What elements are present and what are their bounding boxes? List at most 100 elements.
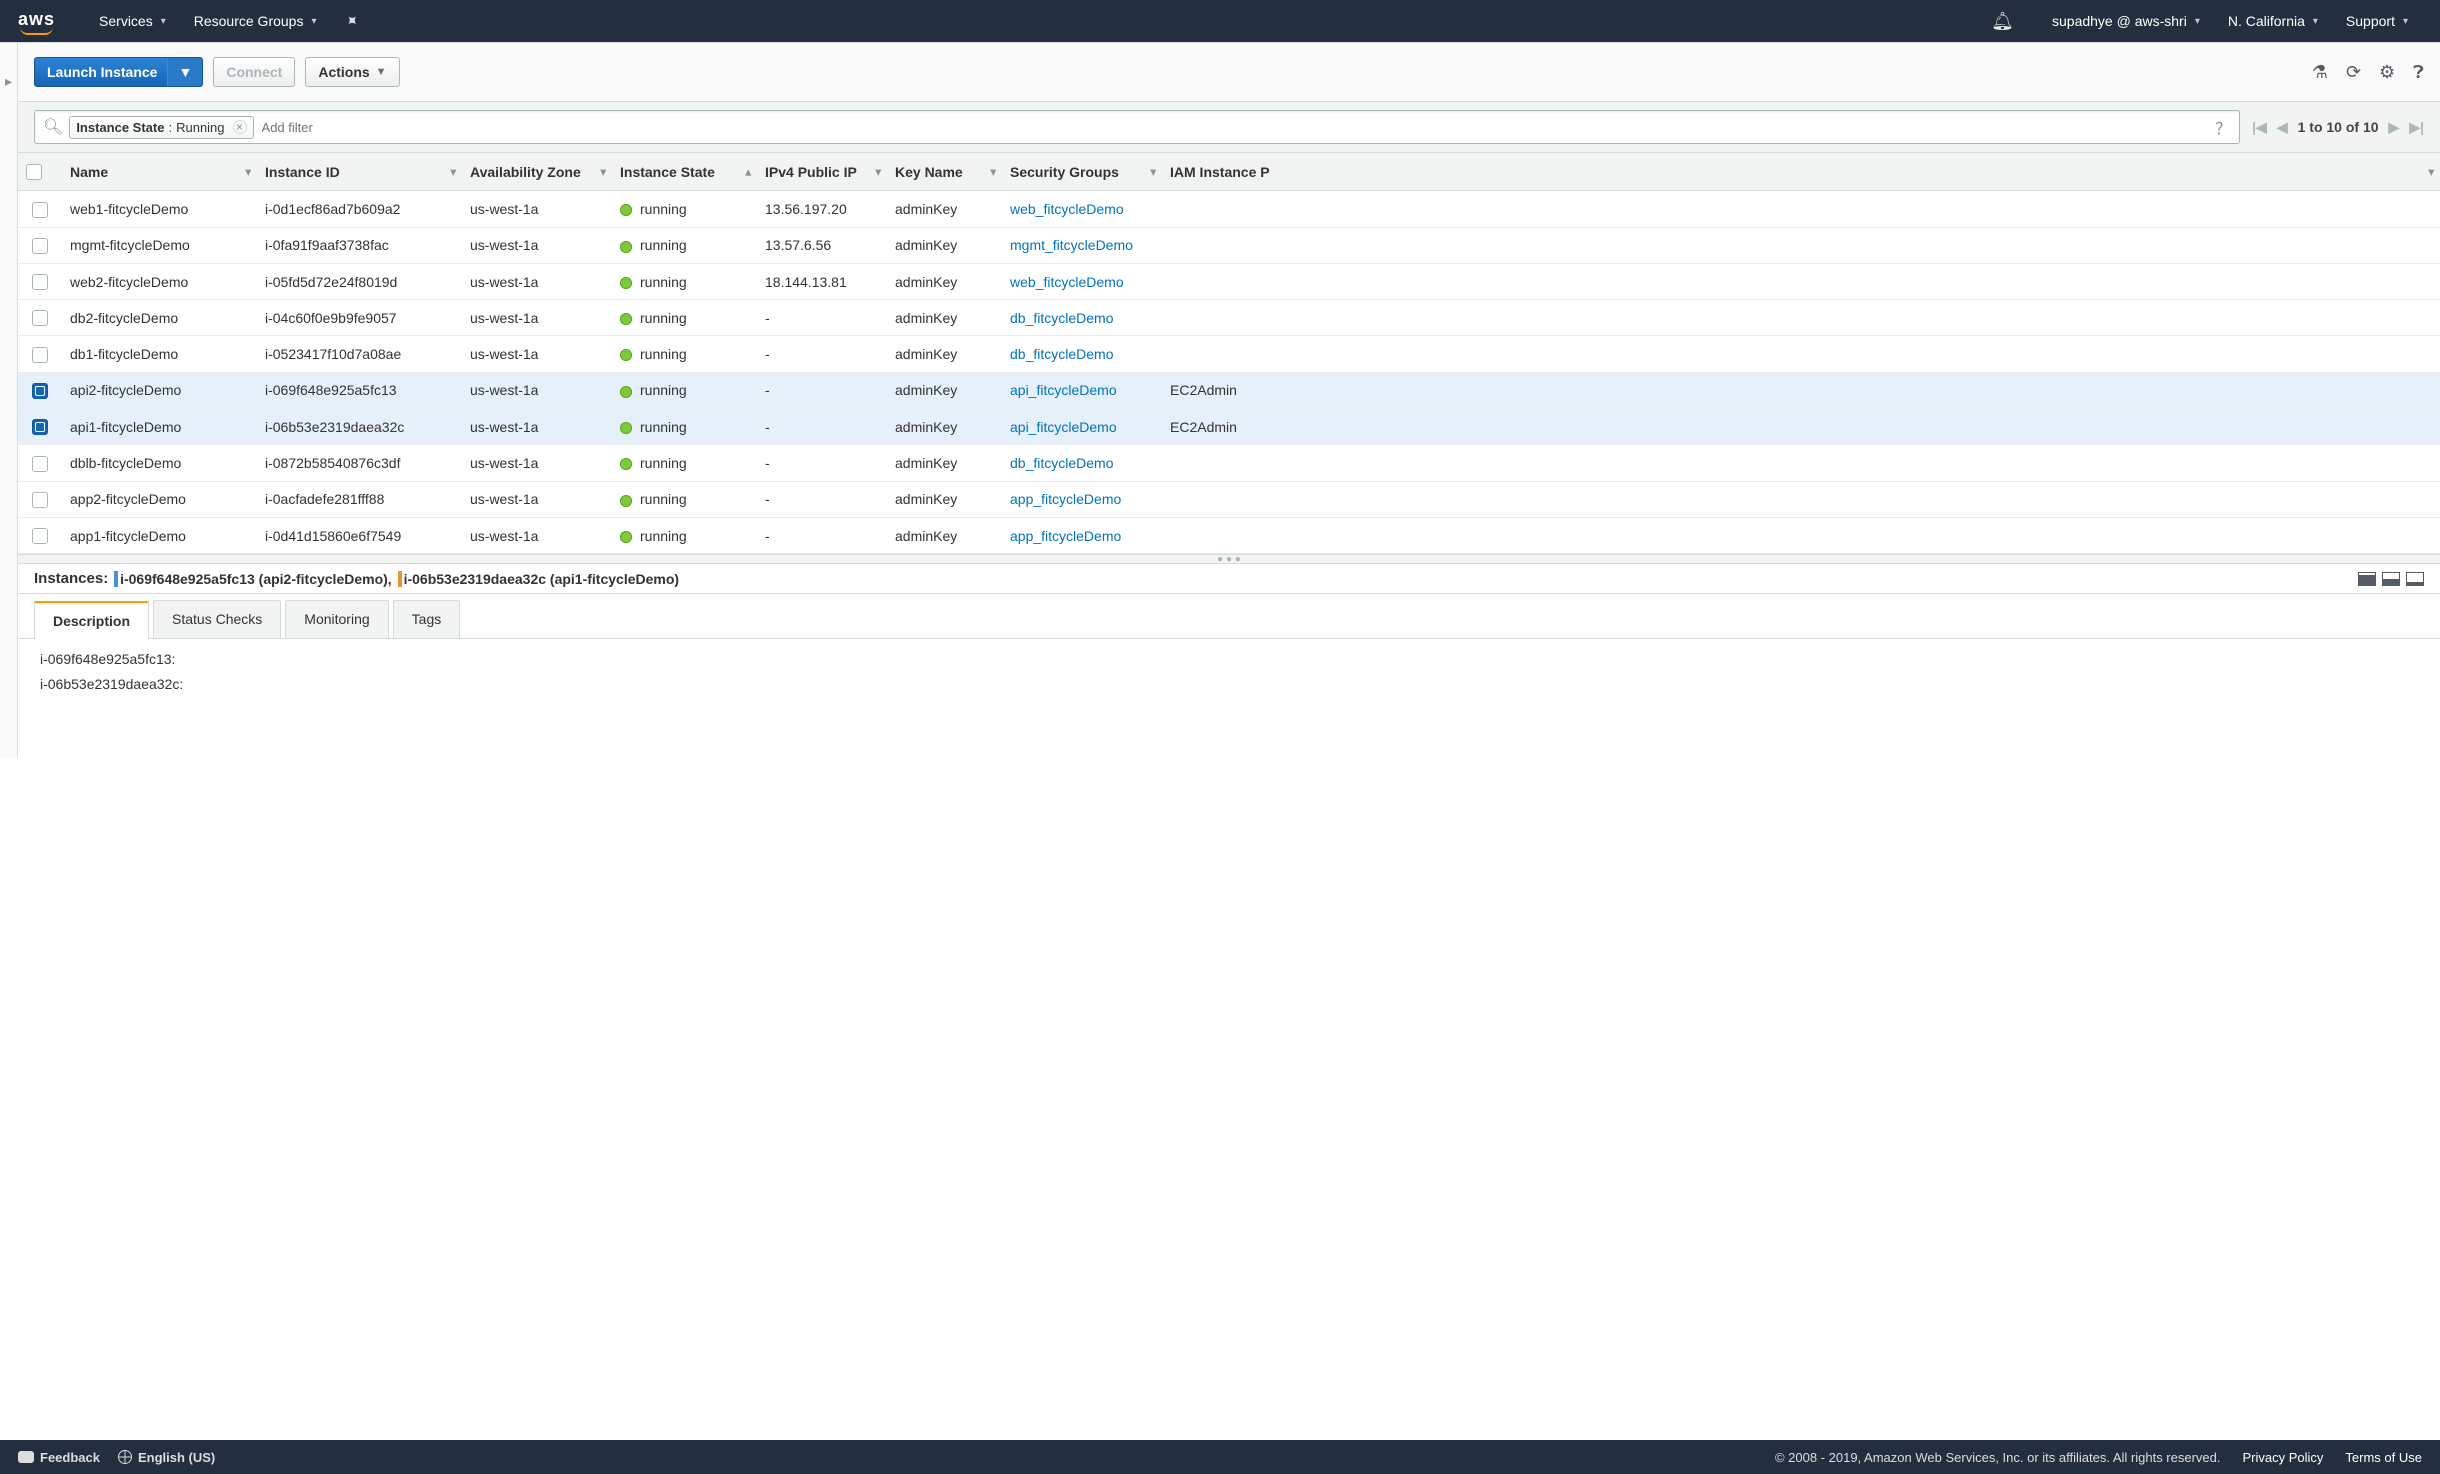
nav-account[interactable]: supadhye @ aws-shri▾	[2038, 0, 2214, 42]
cell-key-name: adminKey	[887, 409, 1002, 445]
table-row[interactable]: api1-fitcycleDemoi-06b53e2319daea32cus-w…	[18, 409, 2440, 445]
security-group-link[interactable]: mgmt_fitcycleDemo	[1010, 237, 1133, 253]
col-key-name[interactable]: Key Name▾	[887, 153, 1002, 191]
pager-last-icon[interactable]: ▶|	[2409, 119, 2424, 136]
pager-prev-icon[interactable]: ◀	[2277, 119, 2288, 136]
help-icon[interactable]: ❓︎	[2413, 62, 2424, 83]
settings-icon[interactable]: ⚙	[2379, 62, 2395, 83]
feedback-link[interactable]: Feedback	[18, 1450, 100, 1465]
filter-input[interactable]	[260, 119, 2216, 136]
row-checkbox[interactable]	[32, 383, 48, 399]
nav-notifications[interactable]: 🔔︎	[1977, 0, 2038, 42]
filter-box[interactable]: 🔍︎ Instance State : Running × ？	[34, 110, 2240, 144]
aws-logo[interactable]: aws	[18, 9, 55, 33]
cell-instance-id: i-0d1ecf86ad7b609a2	[257, 191, 462, 227]
select-all-checkbox[interactable]	[26, 164, 42, 180]
cell-security-groups: app_fitcycleDemo	[1002, 517, 1162, 553]
row-checkbox[interactable]	[32, 202, 48, 218]
launch-instance-dropdown[interactable]: ▼	[167, 58, 202, 86]
table-row[interactable]: app1-fitcycleDemoi-0d41d15860e6f7549us-w…	[18, 517, 2440, 553]
security-group-link[interactable]: app_fitcycleDemo	[1010, 491, 1121, 507]
table-row[interactable]: api2-fitcycleDemoi-069f648e925a5fc13us-w…	[18, 372, 2440, 408]
col-availability-zone[interactable]: Availability Zone▾	[462, 153, 612, 191]
security-group-link[interactable]: db_fitcycleDemo	[1010, 455, 1114, 471]
cell-security-groups: db_fitcycleDemo	[1002, 336, 1162, 372]
table-row[interactable]: mgmt-fitcycleDemoi-0fa91f9aaf3738facus-w…	[18, 227, 2440, 263]
row-checkbox[interactable]	[32, 274, 48, 290]
security-group-link[interactable]: db_fitcycleDemo	[1010, 310, 1114, 326]
table-row[interactable]: db1-fitcycleDemoi-0523417f10d7a08aeus-we…	[18, 336, 2440, 372]
cell-instance-id: i-069f648e925a5fc13	[257, 372, 462, 408]
security-group-link[interactable]: api_fitcycleDemo	[1010, 382, 1117, 398]
nav-support-label: Support	[2346, 13, 2395, 29]
tab-monitoring[interactable]: Monitoring	[285, 600, 388, 638]
row-checkbox[interactable]	[32, 456, 48, 472]
color-marker-icon	[114, 571, 118, 587]
cell-public-ip: -	[757, 372, 887, 408]
experiments-icon[interactable]: ⚗︎	[2312, 62, 2328, 83]
privacy-policy-link[interactable]: Privacy Policy	[2243, 1450, 2324, 1465]
caret-down-icon: ▾	[161, 16, 166, 27]
pager: |◀ ◀ 1 to 10 of 10 ▶ ▶|	[2252, 119, 2424, 136]
layout-half-icon[interactable]	[2382, 572, 2400, 586]
state-running-icon	[620, 531, 632, 543]
cell-availability-zone: us-west-1a	[462, 300, 612, 336]
remove-filter-icon[interactable]: ×	[233, 120, 247, 134]
language-selector[interactable]: English (US)	[118, 1450, 215, 1465]
tab-tags[interactable]: Tags	[393, 600, 461, 638]
row-checkbox[interactable]	[32, 238, 48, 254]
table-row[interactable]: dblb-fitcycleDemoi-0872b58540876c3dfus-w…	[18, 445, 2440, 481]
caret-down-icon: ▾	[311, 16, 316, 27]
detail-line-2: i-06b53e2319daea32c:	[40, 672, 2418, 697]
security-group-link[interactable]: api_fitcycleDemo	[1010, 419, 1117, 435]
connect-button[interactable]: Connect	[213, 57, 295, 87]
nav-services[interactable]: Services▾	[85, 0, 180, 42]
state-running-icon	[620, 313, 632, 325]
tab-status-checks[interactable]: Status Checks	[153, 600, 281, 638]
security-group-link[interactable]: web_fitcycleDemo	[1010, 274, 1124, 290]
chat-bubble-icon	[18, 1451, 34, 1463]
table-row[interactable]: db2-fitcycleDemoi-04c60f0e9b9fe9057us-we…	[18, 300, 2440, 336]
state-running-icon	[620, 495, 632, 507]
table-row[interactable]: web2-fitcycleDemoi-05fd5d72e24f8019dus-w…	[18, 263, 2440, 299]
sidebar-expand-handle[interactable]: ▸	[0, 43, 18, 758]
bell-icon: 🔔︎	[1991, 11, 2014, 32]
table-row[interactable]: app2-fitcycleDemoi-0acfadefe281fff88us-w…	[18, 481, 2440, 517]
cell-key-name: adminKey	[887, 517, 1002, 553]
table-row[interactable]: web1-fitcycleDemoi-0d1ecf86ad7b609a2us-w…	[18, 191, 2440, 227]
tab-description[interactable]: Description	[34, 601, 149, 639]
security-group-link[interactable]: web_fitcycleDemo	[1010, 201, 1124, 217]
nav-support[interactable]: Support▾	[2332, 0, 2422, 42]
row-checkbox[interactable]	[32, 347, 48, 363]
col-security-groups[interactable]: Security Groups▾	[1002, 153, 1162, 191]
col-name[interactable]: Name▾	[62, 153, 257, 191]
security-group-link[interactable]: db_fitcycleDemo	[1010, 346, 1114, 362]
actions-button[interactable]: Actions▼	[305, 57, 399, 87]
security-group-link[interactable]: app_fitcycleDemo	[1010, 528, 1121, 544]
layout-min-icon[interactable]	[2406, 572, 2424, 586]
filter-help-icon[interactable]: ？	[2215, 115, 2231, 139]
col-public-ip[interactable]: IPv4 Public IP▾	[757, 153, 887, 191]
pane-splitter[interactable]: ● ● ●	[18, 554, 2440, 564]
nav-pin[interactable]: ✦	[331, 0, 372, 42]
chevron-right-icon: ▸	[5, 73, 12, 90]
row-checkbox[interactable]	[32, 310, 48, 326]
filter-chip-instance-state[interactable]: Instance State : Running ×	[69, 116, 253, 139]
pager-first-icon[interactable]: |◀	[2252, 119, 2267, 136]
launch-instance-button[interactable]: Launch Instance ▼	[34, 57, 203, 87]
layout-full-icon[interactable]	[2358, 572, 2376, 586]
row-checkbox[interactable]	[32, 419, 48, 435]
row-checkbox[interactable]	[32, 528, 48, 544]
nav-resource-groups[interactable]: Resource Groups▾	[180, 0, 331, 42]
refresh-icon[interactable]: ⟳	[2346, 62, 2361, 83]
cell-instance-state: running	[612, 372, 757, 408]
col-iam-instance-profile[interactable]: IAM Instance P▾	[1162, 153, 2440, 191]
nav-region[interactable]: N. California▾	[2214, 0, 2332, 42]
row-checkbox[interactable]	[32, 492, 48, 508]
cell-availability-zone: us-west-1a	[462, 263, 612, 299]
col-instance-id[interactable]: Instance ID▾	[257, 153, 462, 191]
col-instance-state[interactable]: Instance State▴	[612, 153, 757, 191]
pager-next-icon[interactable]: ▶	[2389, 119, 2400, 136]
cell-availability-zone: us-west-1a	[462, 227, 612, 263]
terms-of-use-link[interactable]: Terms of Use	[2345, 1450, 2422, 1465]
